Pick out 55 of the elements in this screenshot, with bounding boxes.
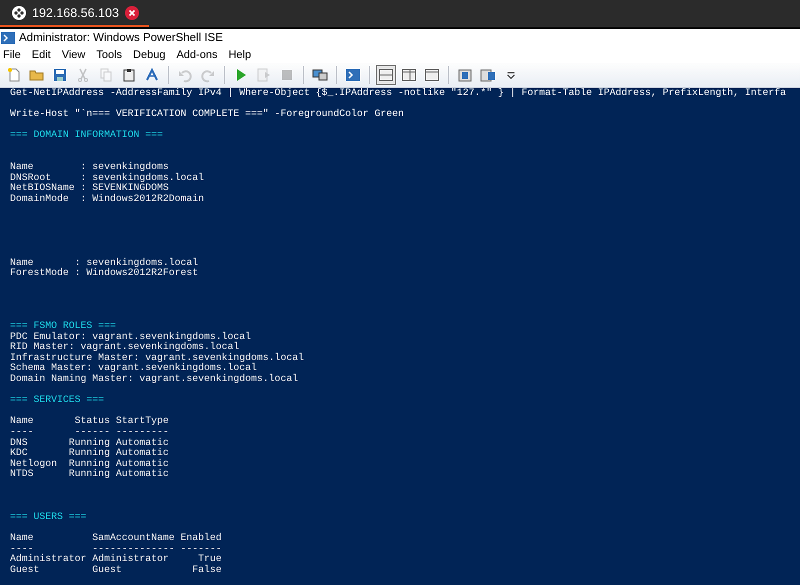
output-line: Infrastructure Master: vagrant.sevenkingdoms.local <box>10 352 304 363</box>
output-line: NetBIOSName : SEVENKINGDOMS <box>10 183 169 194</box>
script-pane-icon <box>457 67 473 83</box>
section-heading: === FSMO ROLES === <box>10 321 116 332</box>
output-line: Guest Guest False <box>10 564 222 576</box>
output-line: Name Status StartType <box>10 416 169 427</box>
pane-top-icon <box>378 67 394 83</box>
output-line: ---- -------------- ------- <box>10 544 222 554</box>
section-heading: === SERVICES === <box>10 395 104 406</box>
menu-item[interactable]: Add-ons <box>176 49 218 61</box>
new-file-icon <box>6 67 22 83</box>
output-line: KDC Running Automatic <box>10 448 169 458</box>
output-line: ---- ------ --------- <box>10 427 169 438</box>
tab-title: 192.168.56.103 <box>32 6 119 20</box>
copy-icon <box>98 67 114 83</box>
clipboard-icon <box>121 67 137 83</box>
output-line: DNSRoot : sevenkingdoms.local <box>10 172 204 184</box>
pane-right-icon <box>401 67 417 83</box>
output-line: Domain Naming Master: vagrant.sevenkingdoms.local <box>10 374 298 385</box>
command-line: Write-Host "`n=== VERIFICATION COMPLETE ===" -ForegroundColor Green <box>10 109 404 120</box>
output-line: RID Master: vagrant.sevenkingdoms.local <box>10 342 240 352</box>
vm-icon <box>12 6 26 20</box>
menu-item[interactable]: File <box>3 49 21 61</box>
menu-item[interactable]: Edit <box>32 49 51 61</box>
run-selection-icon <box>256 67 272 83</box>
stop-icon <box>279 67 295 83</box>
output-line: DomainMode : Windows2012R2Domain <box>10 194 204 205</box>
output-line: Administrator Administrator True <box>10 554 222 564</box>
command-line: Get-NetIPAddress -AddressFamily IPv4 | Where-Object {$_.IPAddress -notlike "127.*" } | Format-Table IPAddress, PrefixLength, Interfa <box>10 88 786 99</box>
window-title: Administrator: Windows PowerShell ISE <box>19 32 223 44</box>
output-line: NTDS Running Automatic <box>10 469 169 480</box>
output-line: PDC Emulator: vagrant.sevenkingdoms.local <box>10 332 252 342</box>
powershell-icon <box>345 67 361 83</box>
output-line: Name : sevenkingdoms.local <box>10 258 198 268</box>
close-icon[interactable] <box>124 6 139 20</box>
menu-item[interactable]: Help <box>228 49 252 61</box>
save-icon <box>52 67 68 83</box>
pane-top-button[interactable] <box>376 65 396 85</box>
pane-maximize-icon <box>424 67 440 83</box>
remote-tab-icon <box>312 67 328 83</box>
menu-item[interactable]: Tools <box>96 49 122 61</box>
output-line: ForestMode : Windows2012R2Forest <box>10 268 198 279</box>
output-line: DNS Running Automatic <box>10 438 169 448</box>
output-line: Name : sevenkingdoms <box>10 162 169 172</box>
output-line: Netlogon Running Automatic <box>10 458 169 469</box>
output-line: Name SamAccountName Enabled <box>10 532 222 544</box>
browser-tab[interactable]: 192.168.56.103 <box>0 0 149 27</box>
scissors-icon <box>75 67 91 83</box>
output-line: Schema Master: vagrant.sevenkingdoms.local <box>10 363 257 374</box>
menu-item[interactable]: Debug <box>133 49 166 61</box>
overflow-icon <box>507 72 515 78</box>
menu-item[interactable]: View <box>62 49 86 61</box>
command-pane-icon <box>480 67 496 83</box>
section-heading: === USERS === <box>10 512 86 522</box>
section-heading: === DOMAIN INFORMATION === <box>10 130 163 141</box>
